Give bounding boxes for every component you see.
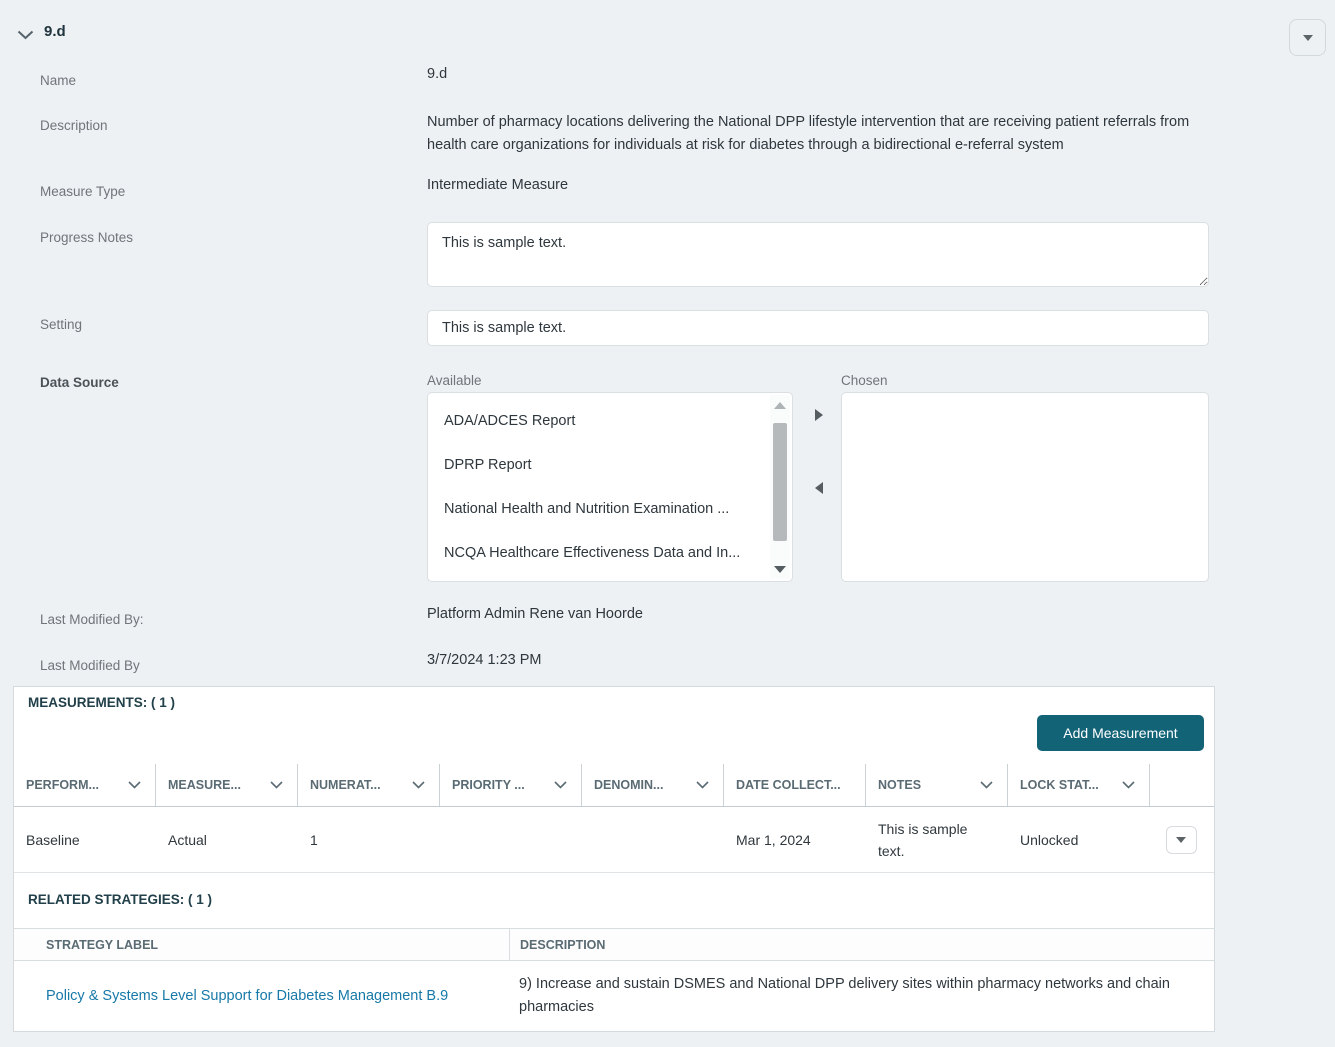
- available-option[interactable]: National Health and Nutrition Examinatio…: [428, 487, 768, 531]
- section-title: 9.d: [44, 23, 66, 40]
- column-header-performance[interactable]: PERFORM...: [14, 764, 156, 806]
- caret-down-icon: [1176, 836, 1186, 843]
- last-modified-by-label: Last Modified By:: [40, 612, 144, 627]
- cell-date-collected: Mar 1, 2024: [736, 831, 811, 848]
- cell-notes: This is sample text.: [878, 820, 968, 859]
- column-header-description: DESCRIPTION: [509, 929, 1214, 960]
- chevron-down-icon: [1122, 781, 1135, 789]
- cell-numerator: 1: [310, 831, 318, 848]
- chevron-down-icon: [980, 781, 993, 789]
- name-value: 9.d: [427, 66, 448, 82]
- scrollbar-thumb[interactable]: [773, 423, 787, 541]
- column-header-priority[interactable]: PRIORITY ...: [440, 764, 582, 806]
- strategy-link[interactable]: Policy & Systems Level Support for Diabe…: [46, 988, 448, 1004]
- collapse-chevron-icon[interactable]: [17, 27, 34, 45]
- strategy-description: 9) Increase and sustain DSMES and Nation…: [519, 976, 1170, 1015]
- column-header-denominator[interactable]: DENOMIN...: [582, 764, 724, 806]
- chevron-down-icon: [128, 781, 141, 789]
- strategy-row: Policy & Systems Level Support for Diabe…: [14, 961, 1214, 1031]
- cell-measure: Actual: [168, 831, 207, 848]
- chosen-listbox[interactable]: [841, 392, 1209, 582]
- caret-down-icon: [1302, 34, 1313, 41]
- column-header-notes[interactable]: NOTES: [866, 764, 1008, 806]
- add-measurement-button[interactable]: Add Measurement: [1037, 715, 1204, 751]
- available-option[interactable]: DPRP Report: [428, 443, 768, 487]
- measurements-table-header: PERFORM... MEASURE... NUMERAT... PRIORIT…: [14, 764, 1214, 807]
- measure-detail-page: 9.d Name 9.d Description Number of pharm…: [0, 0, 1335, 1047]
- measurements-title: MEASUREMENTS: ( 1 ): [28, 695, 176, 710]
- last-modified-date-value: 3/7/2024 1:23 PM: [427, 652, 542, 668]
- section-menu-button[interactable]: [1289, 19, 1326, 56]
- available-list-label: Available: [427, 373, 482, 388]
- column-header-strategy-label: STRATEGY LABEL: [46, 937, 159, 952]
- move-to-chosen-button[interactable]: [808, 404, 830, 426]
- progress-notes-textarea[interactable]: This is sample text.: [427, 222, 1209, 287]
- cell-performance: Baseline: [26, 831, 80, 848]
- measurements-panel: MEASUREMENTS: ( 1 ) Add Measurement PERF…: [13, 686, 1215, 1032]
- triangle-right-icon: [815, 409, 823, 421]
- available-option[interactable]: NCQA Healthcare Effectiveness Data and I…: [428, 531, 768, 575]
- column-header-numerator[interactable]: NUMERAT...: [298, 764, 440, 806]
- triangle-down-icon: [774, 565, 786, 573]
- measure-type-label: Measure Type: [40, 184, 126, 199]
- listbox-scrollbar[interactable]: [770, 395, 790, 579]
- data-source-label: Data Source: [40, 375, 119, 390]
- setting-input[interactable]: [427, 310, 1209, 346]
- name-label: Name: [40, 73, 77, 88]
- column-header-actions: [1150, 764, 1214, 806]
- move-to-available-button[interactable]: [808, 477, 830, 499]
- available-option[interactable]: ADA/ADCES Report: [428, 399, 768, 443]
- strategies-table-header: STRATEGY LABEL DESCRIPTION: [14, 928, 1214, 961]
- description-value: Number of pharmacy locations delivering …: [427, 114, 1190, 153]
- chevron-down-icon: [696, 781, 709, 789]
- description-label: Description: [40, 118, 108, 133]
- last-modified-date-label: Last Modified By: [40, 658, 140, 673]
- available-listbox[interactable]: ADA/ADCES Report DPRP Report National He…: [427, 392, 793, 582]
- measurement-row: Baseline Actual 1 Mar 1, 2024 This is sa…: [14, 807, 1214, 873]
- row-menu-button[interactable]: [1165, 825, 1197, 854]
- chevron-down-icon: [554, 781, 567, 789]
- setting-label: Setting: [40, 317, 83, 332]
- last-modified-by-value: Platform Admin Rene van Hoorde: [427, 606, 643, 622]
- triangle-up-icon: [774, 401, 786, 409]
- cell-lock-status: Unlocked: [1020, 831, 1079, 848]
- triangle-left-icon: [815, 482, 823, 494]
- chevron-down-icon: [270, 781, 283, 789]
- column-header-lock-status[interactable]: LOCK STAT...: [1008, 764, 1150, 806]
- chosen-list-label: Chosen: [841, 373, 888, 388]
- column-header-measure[interactable]: MEASURE...: [156, 764, 298, 806]
- measure-type-value: Intermediate Measure: [427, 177, 569, 193]
- chevron-down-icon: [412, 781, 425, 789]
- column-header-date-collected[interactable]: DATE COLLECT...: [724, 764, 866, 806]
- progress-notes-label: Progress Notes: [40, 230, 134, 245]
- related-strategies-title: RELATED STRATEGIES: ( 1 ): [28, 892, 213, 907]
- scroll-down-button[interactable]: [770, 559, 790, 579]
- scroll-up-button[interactable]: [770, 395, 790, 415]
